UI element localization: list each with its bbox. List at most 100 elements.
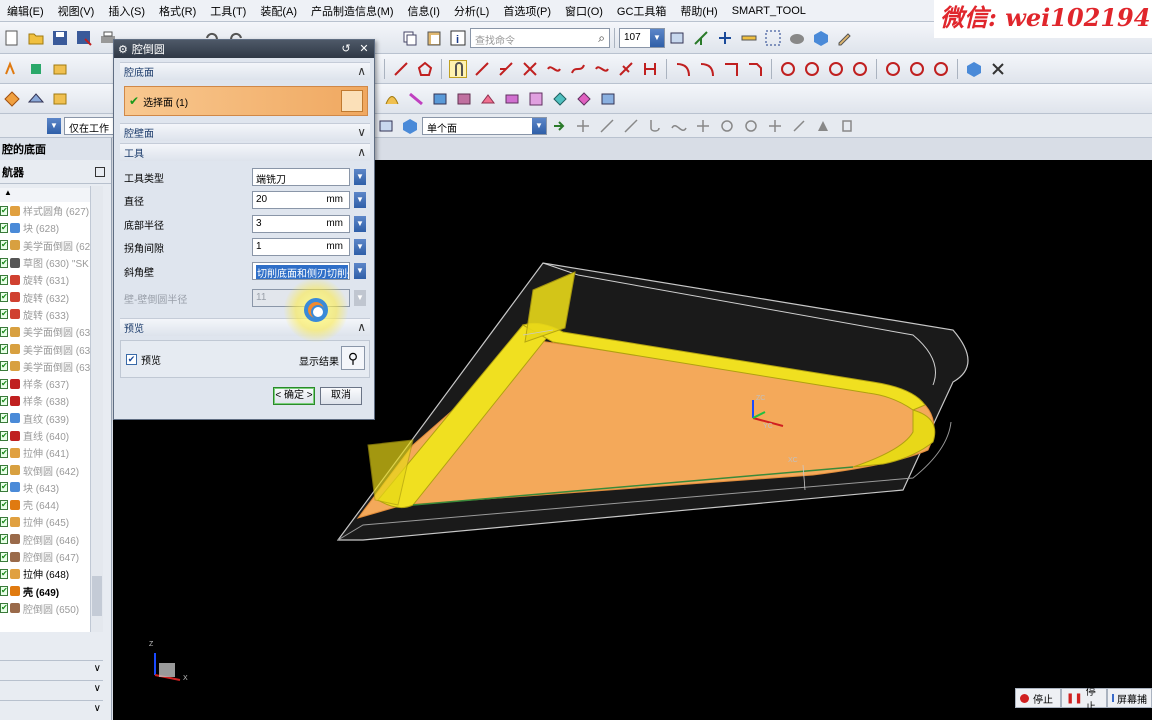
circle-tool-7-icon[interactable] (932, 60, 950, 78)
cancel-button[interactable]: 取消 (320, 387, 362, 405)
feature-3-icon[interactable] (51, 90, 69, 108)
snap-point-11-icon[interactable] (814, 117, 832, 135)
gear-icon[interactable]: ⚙ (118, 43, 128, 56)
tree-row[interactable]: ✔ 样条 (637) (0, 375, 103, 392)
tree-row[interactable]: ✔ 腔倒圆 (646) (0, 531, 103, 548)
bottom-radius-input[interactable]: 3 mm (252, 215, 350, 233)
datum-icon[interactable] (27, 60, 45, 78)
tree-row[interactable]: ✔ 美学面倒圆 (63 (0, 323, 103, 340)
circle-tool-1-icon[interactable] (779, 60, 797, 78)
menu-item-11[interactable]: GC工具箱 (610, 3, 674, 19)
visibility-checkbox[interactable]: ✔ (0, 274, 8, 285)
menu-item-8[interactable]: 分析(L) (447, 3, 496, 19)
surface-12-icon[interactable] (599, 90, 617, 108)
tree-row[interactable]: ✔ 样式圆角 (627) (0, 202, 103, 219)
ok-button[interactable]: < 确定 > (273, 387, 315, 405)
close-x-icon[interactable] (989, 60, 1007, 78)
save-icon[interactable] (51, 29, 69, 47)
command-search-input[interactable]: 查找命令 ⌕ (470, 27, 610, 48)
fillet-curve-1-icon[interactable] (674, 60, 692, 78)
copy-icon[interactable] (401, 29, 419, 47)
surface-8-icon[interactable] (503, 90, 521, 108)
arrow-right-icon[interactable] (550, 117, 568, 135)
open-folder-icon[interactable] (27, 29, 45, 47)
layer-icon[interactable] (668, 29, 686, 47)
scope-filter[interactable]: 仅在工作部 (64, 116, 114, 135)
visibility-checkbox[interactable]: ✔ (0, 205, 8, 216)
circle-tool-2-icon[interactable] (803, 60, 821, 78)
surface-10-icon[interactable] (551, 90, 569, 108)
surface-6-icon[interactable] (455, 90, 473, 108)
search-icon[interactable]: ⌕ (598, 31, 605, 46)
snap-point-12-icon[interactable] (838, 117, 856, 135)
visibility-checkbox[interactable]: ✔ (0, 413, 8, 424)
visibility-checkbox[interactable]: ✔ (0, 326, 8, 337)
face-cube-icon[interactable] (341, 90, 363, 112)
scrollbar-thumb[interactable] (92, 576, 102, 616)
curve-tool-2-icon[interactable] (497, 60, 515, 78)
visibility-checkbox[interactable]: ✔ (0, 482, 8, 493)
snap-point-2-icon[interactable] (598, 117, 616, 135)
reset-icon[interactable]: ↺ (338, 42, 354, 56)
tree-row[interactable]: ✔ 旋转 (633) (0, 306, 103, 323)
tool-type-select[interactable]: 端铣刀 (252, 168, 350, 186)
visibility-checkbox[interactable]: ✔ (0, 361, 8, 372)
surface-7-icon[interactable] (479, 90, 497, 108)
spin-down-icon[interactable]: ▼ (354, 239, 366, 255)
curve-tool-1-icon[interactable] (473, 60, 491, 78)
visibility-checkbox[interactable]: ✔ (0, 344, 8, 355)
snap-point-3-icon[interactable] (622, 117, 640, 135)
surface-3-icon[interactable] (383, 90, 401, 108)
tree-row[interactable]: ✔ 美学面倒圆 (63 (0, 340, 103, 357)
fit-view-icon[interactable] (764, 29, 782, 47)
visibility-checkbox[interactable]: ✔ (0, 516, 8, 527)
diameter-input[interactable]: 20 mm (252, 191, 350, 209)
tree-row[interactable]: ✔ 美学面倒圆 (63 (0, 358, 103, 375)
tree-row[interactable]: ✔ 块 (643) (0, 479, 103, 496)
menu-item-9[interactable]: 首选项(P) (496, 3, 558, 19)
snap-point-7-icon[interactable] (718, 117, 736, 135)
visibility-checkbox[interactable]: ✔ (0, 534, 8, 545)
snap-point-8-icon[interactable] (742, 117, 760, 135)
tree-row[interactable]: ✔ 软倒圆 (642) (0, 461, 103, 478)
tree-scrollbar[interactable] (90, 186, 103, 632)
chevron-down-icon[interactable]: ▼ (354, 169, 366, 185)
chevron-down-icon[interactable]: ▼ (532, 117, 546, 134)
curve-tool-3-icon[interactable] (521, 60, 539, 78)
stop-button-2[interactable]: ❚❚ 停止 (1061, 687, 1107, 713)
circle-tool-4-icon[interactable] (851, 60, 869, 78)
visibility-checkbox[interactable]: ✔ (0, 430, 8, 441)
menu-item-12[interactable]: 帮助(H) (673, 3, 724, 19)
menu-item-1[interactable]: 视图(V) (51, 3, 102, 19)
section-tool[interactable]: 工具 ∧ (120, 143, 370, 161)
tree-row[interactable]: ✔ 壳 (644) (0, 496, 103, 513)
section-wall-face[interactable]: 腔壁面 ∨ (120, 123, 370, 141)
surface-5-icon[interactable] (431, 90, 449, 108)
visibility-checkbox[interactable]: ✔ (0, 568, 8, 579)
tree-row[interactable]: ✔ 腔倒圆 (650) (0, 600, 103, 617)
info-icon[interactable]: i (449, 29, 467, 47)
tree-row[interactable]: ✔ 拉伸 (641) (0, 444, 103, 461)
chevron-up-icon[interactable]: ∧ (357, 145, 366, 159)
tree-row[interactable]: ✔ 拉伸 (645) (0, 513, 103, 530)
menu-item-13[interactable]: SMART_TOOL (725, 5, 813, 17)
face-rule-icon[interactable] (377, 117, 395, 135)
snap-point-5-icon[interactable] (670, 117, 688, 135)
face-rule-select[interactable]: 单个面 ▼ (422, 116, 547, 135)
tree-row[interactable]: ✔ 草图 (630) "SK (0, 254, 103, 271)
sketch-icon[interactable] (3, 60, 21, 78)
selected-tool-icon[interactable] (449, 59, 467, 78)
navigator-section-3[interactable]: ∨ (0, 700, 103, 718)
navigator-section-2[interactable]: ∨ (0, 680, 103, 698)
shaded-cube-icon[interactable] (812, 29, 830, 47)
feature-2-icon[interactable] (27, 90, 45, 108)
chevron-down-icon[interactable]: ∨ (357, 125, 366, 139)
visibility-checkbox[interactable]: ✔ (0, 551, 8, 562)
menu-item-4[interactable]: 工具(T) (203, 3, 253, 19)
spin-down-icon[interactable]: ▼ (354, 216, 366, 232)
menu-item-6[interactable]: 产品制造信息(M) (304, 3, 401, 19)
feature-1-icon[interactable] (3, 90, 21, 108)
surface-4-icon[interactable] (407, 90, 425, 108)
zoom-select[interactable]: 107 ▼ (619, 27, 665, 48)
surface-11-icon[interactable] (575, 90, 593, 108)
